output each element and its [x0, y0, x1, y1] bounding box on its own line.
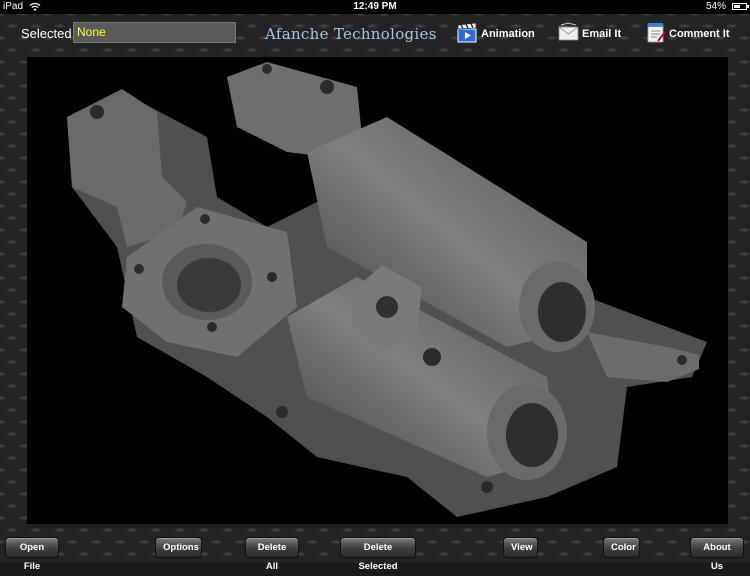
3d-model-render	[67, 62, 707, 517]
selected-value-field: None	[73, 22, 236, 43]
envelope-icon	[558, 21, 580, 47]
comment-button[interactable]: Comment It	[645, 21, 730, 47]
color-button[interactable]: Color	[603, 537, 640, 558]
view-button[interactable]: View	[503, 537, 538, 558]
about-us-button[interactable]: About Us	[690, 537, 744, 572]
open-file-button[interactable]: Open File	[5, 537, 59, 572]
clapperboard-icon	[457, 22, 479, 46]
brand-title: Afanche Technologies	[265, 25, 437, 43]
3d-viewport[interactable]	[27, 57, 728, 524]
selected-label: Selected	[21, 26, 72, 41]
animation-button[interactable]: Animation	[457, 21, 535, 47]
status-time: 12:49 PM	[353, 1, 397, 12]
email-button[interactable]: Email It	[558, 21, 621, 47]
animation-label: Animation	[481, 28, 535, 40]
notepad-icon	[645, 22, 667, 47]
battery-icon	[732, 3, 749, 10]
top-toolbar: Selected None Afanche Technologies Anima…	[0, 14, 750, 56]
comment-label: Comment It	[669, 28, 730, 40]
delete-all-button[interactable]: Delete All	[245, 537, 299, 572]
battery-percent: 54%	[705, 1, 726, 12]
status-bar: iPad 12:49 PM 54%	[0, 0, 750, 14]
delete-selected-button[interactable]: Delete Selected	[340, 537, 416, 572]
bottom-toolbar: Open File Options Delete All Delete Sele…	[0, 533, 750, 572]
email-label: Email It	[582, 28, 622, 40]
options-button[interactable]: Options	[155, 537, 202, 558]
